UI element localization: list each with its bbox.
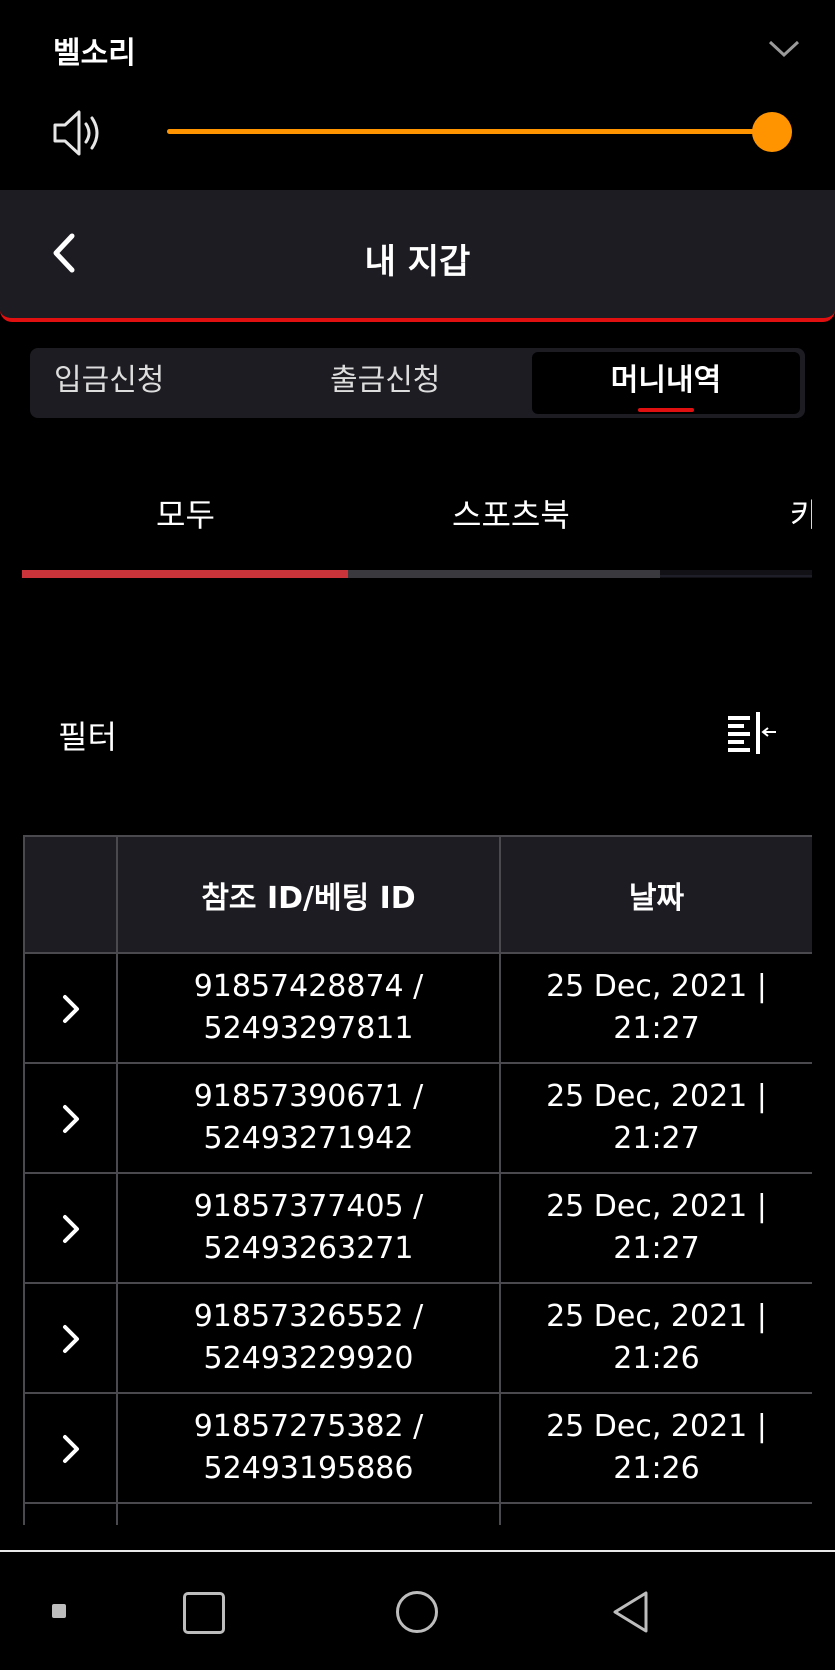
date: 25 Dec, 2021 | [546,969,767,1004]
category-scroll-indicator [22,570,812,578]
ref-id: 91857275382 / [193,1409,424,1444]
ref-id: 91857428874 / [193,969,424,1004]
time: 21:27 [613,1121,700,1156]
date-cell: 25 Dec, 2021 | 21:27 [499,1172,812,1284]
date-cell: 25 Dec, 2021 | 21:26 [499,1282,812,1394]
system-nav-bar [0,1550,835,1670]
active-tab-indicator [638,408,694,412]
table-row[interactable]: 91857275382 / 52493195886 25 Dec, 2021 | 21… [23,1392,812,1504]
date: 25 Dec, 2021 | [546,1299,767,1334]
chevron-right-icon[interactable] [58,1432,84,1466]
speaker-icon[interactable] [52,108,104,158]
ref-id: 91857377405 / [193,1189,424,1224]
screen: 벨소리 내 지갑 입금신청 출금신청 머니내역 모두 스포츠북 카 필터 참조 … [0,0,835,1670]
bet-id: 52493195886 [203,1451,414,1486]
chevron-down-icon[interactable] [766,36,802,60]
recents-icon[interactable] [183,1592,225,1634]
subtab-sportsbook[interactable]: 스포츠북 [452,490,570,536]
chevron-right-icon[interactable] [58,1212,84,1246]
slider-thumb[interactable] [752,112,792,152]
time: 21:26 [613,1341,700,1376]
bet-id: 52493263271 [203,1231,414,1266]
date-cell: 25 Dec, 2021 | [499,1502,812,1525]
column-header-ref-id: 참조 ID/베팅 ID [116,835,501,954]
table-row[interactable]: 91857246070 /25 Dec, 2021 | [23,1502,812,1525]
chevron-right-icon[interactable] [58,1322,84,1356]
ref-bet-id-cell: 91857428874 / 52493297811 [116,952,501,1064]
row-expand-cell[interactable] [23,952,118,1064]
table-row[interactable]: 91857428874 / 52493297811 25 Dec, 2021 | 21… [23,952,812,1064]
tab-deposit-request[interactable]: 입금신청 [54,348,164,418]
date: 25 Dec, 2021 | [546,1409,767,1444]
ref-id: 91857390671 / [193,1079,424,1114]
time: 21:27 [613,1011,700,1046]
tab-withdraw-request[interactable]: 출금신청 [330,348,440,418]
time: 21:27 [613,1231,700,1266]
ref-bet-id-cell: 91857390671 / 52493271942 [116,1062,501,1174]
home-icon[interactable] [396,1591,438,1633]
table-row[interactable]: 91857326552 / 52493229920 25 Dec, 2021 | 21… [23,1282,812,1394]
volume-slider[interactable] [167,110,792,154]
date-cell: 25 Dec, 2021 | 21:26 [499,1392,812,1504]
filter-sort-icon[interactable] [726,710,778,754]
back-icon[interactable] [610,1588,652,1636]
header-bar: 내 지갑 [0,190,835,322]
table-header: 참조 ID/베팅 ID 날짜 [23,835,812,954]
chevron-right-icon[interactable] [58,1102,84,1136]
subtab-casino[interactable]: 카 [790,490,812,536]
ref-bet-id-cell: 91857326552 / 52493229920 [116,1282,501,1394]
ref-id: 91857326552 / [193,1299,424,1334]
indicator-rest [660,575,812,577]
ref-bet-id-cell: 91857275382 / 52493195886 [116,1392,501,1504]
bet-id: 52493229920 [203,1341,414,1376]
ref-bet-id-cell: 91857246070 / [116,1502,501,1525]
ref-bet-id-cell: 91857377405 / 52493263271 [116,1172,501,1284]
date-cell: 25 Dec, 2021 | 21:27 [499,952,812,1064]
row-expand-cell[interactable] [23,1392,118,1504]
bet-id: 52493271942 [203,1121,414,1156]
table-row[interactable]: 91857390671 / 52493271942 25 Dec, 2021 | 21… [23,1062,812,1174]
column-header-date: 날짜 [499,835,812,954]
table-row[interactable]: 91857377405 / 52493263271 25 Dec, 2021 | 21… [23,1172,812,1284]
row-expand-cell[interactable] [23,1172,118,1284]
slider-fill [167,129,772,134]
volume-title: 벨소리 [53,36,136,71]
category-tabs: 모두 스포츠북 카 [22,480,812,570]
transaction-table: 참조 ID/베팅 ID 날짜 91857428874 / 52493297811 2… [23,835,812,1525]
filter-label: 필터 [58,718,117,756]
subtab-all[interactable]: 모두 [156,490,215,536]
page-title: 내 지갑 [364,242,471,282]
row-expand-cell[interactable] [23,1502,118,1525]
date: 25 Dec, 2021 | [546,1079,767,1114]
column-header-expand [23,835,118,954]
time: 21:26 [613,1451,700,1486]
indicator-track [348,570,660,578]
date-cell: 25 Dec, 2021 | 21:27 [499,1062,812,1174]
row-expand-cell[interactable] [23,1062,118,1174]
menu-dot-icon[interactable] [52,1604,66,1618]
indicator-active [22,570,348,578]
chevron-right-icon[interactable] [58,992,84,1026]
date: 25 Dec, 2021 | [546,1189,767,1224]
tab-money-history[interactable]: 머니내역 [532,352,800,414]
volume-panel: 벨소리 [0,0,835,190]
bet-id: 52493297811 [203,1011,414,1046]
row-expand-cell[interactable] [23,1282,118,1394]
